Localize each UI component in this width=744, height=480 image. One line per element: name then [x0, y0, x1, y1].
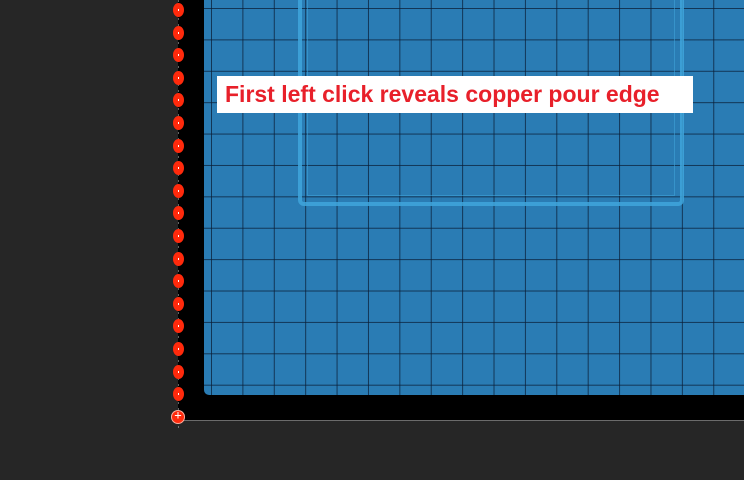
pad-icon[interactable]	[173, 3, 184, 17]
pad-icon[interactable]	[173, 251, 184, 266]
pad-icon[interactable]	[173, 25, 184, 40]
pad-icon[interactable]	[173, 319, 184, 334]
pad-icon[interactable]	[173, 48, 184, 63]
pad-icon[interactable]	[173, 93, 184, 108]
pad-icon[interactable]	[173, 183, 184, 198]
instruction-callout: First left click reveals copper pour edg…	[217, 76, 693, 113]
pad-icon[interactable]	[173, 161, 184, 176]
pad-icon[interactable]	[173, 342, 184, 356]
pad-icon[interactable]	[173, 138, 184, 153]
pad-icon[interactable]	[173, 229, 184, 243]
pad-column	[170, 0, 188, 430]
board-edge-line	[178, 420, 744, 421]
callout-text: First left click reveals copper pour edg…	[225, 81, 660, 107]
pad-icon[interactable]	[173, 274, 184, 289]
pad-icon[interactable]	[173, 387, 184, 402]
pad-icon[interactable]	[173, 296, 184, 311]
pad-icon[interactable]	[173, 206, 184, 221]
pad-icon[interactable]	[173, 116, 184, 130]
pad-icon[interactable]	[173, 364, 184, 379]
pad-icon[interactable]	[173, 70, 184, 85]
pcb-editor-canvas[interactable]: First left click reveals copper pour edg…	[0, 0, 744, 480]
origin-pad-icon[interactable]	[172, 408, 184, 423]
